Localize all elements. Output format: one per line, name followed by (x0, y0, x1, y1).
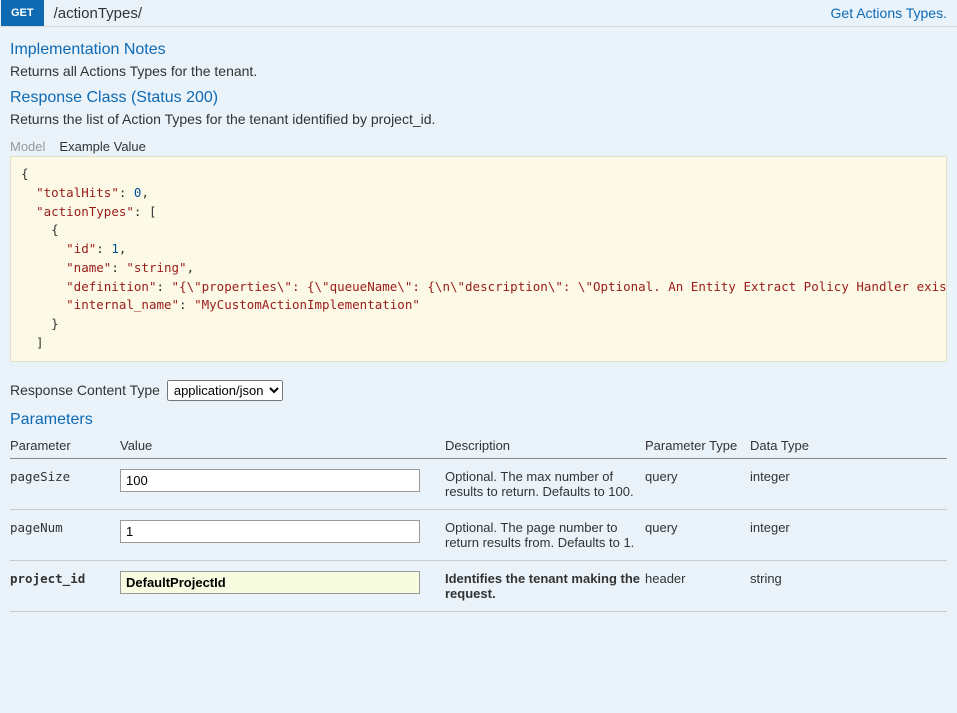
param-data-type: string (750, 561, 947, 612)
param-input-pageNum[interactable] (120, 520, 420, 543)
response-class-text: Returns the list of Action Types for the… (10, 111, 947, 127)
table-row: pageNum Optional. The page number to ret… (10, 510, 947, 561)
parameters-table: Parameter Value Description Parameter Ty… (10, 433, 947, 612)
operation-content: Implementation Notes Returns all Actions… (0, 27, 957, 622)
header-data-type: Data Type (750, 433, 947, 459)
implementation-notes-heading: Implementation Notes (10, 41, 947, 59)
param-input-pageSize[interactable] (120, 469, 420, 492)
model-example-tabs: Model Example Value (10, 139, 947, 154)
table-row: project_id Identifies the tenant making … (10, 561, 947, 612)
param-data-type: integer (750, 510, 947, 561)
response-content-type-row: Response Content Type application/json (10, 380, 947, 401)
http-method-badge: GET (1, 0, 44, 26)
param-name: pageSize (10, 459, 120, 510)
param-type: query (645, 459, 750, 510)
endpoint-path: /actionTypes/ (44, 5, 831, 22)
param-data-type: integer (750, 459, 947, 510)
param-description-text: Identifies the tenant making the request… (445, 571, 640, 601)
response-class-heading: Response Class (Status 200) (10, 89, 947, 107)
tab-example-value[interactable]: Example Value (59, 139, 145, 154)
param-name: project_id (10, 561, 120, 612)
tab-model[interactable]: Model (10, 139, 45, 154)
param-name: pageNum (10, 510, 120, 561)
response-content-type-select[interactable]: application/json (167, 380, 283, 401)
param-type: query (645, 510, 750, 561)
param-description: Identifies the tenant making the request… (445, 561, 645, 612)
example-value-code[interactable]: { "totalHits": 0, "actionTypes": [ { "id… (10, 156, 947, 362)
operation-header[interactable]: GET /actionTypes/ Get Actions Types. (0, 0, 957, 27)
header-description: Description (445, 433, 645, 459)
operation-summary-link[interactable]: Get Actions Types. (831, 5, 947, 21)
param-description: Optional. The max number of results to r… (445, 459, 645, 510)
param-value-cell (120, 561, 445, 612)
header-parameter: Parameter (10, 433, 120, 459)
header-param-type: Parameter Type (645, 433, 750, 459)
response-content-type-label: Response Content Type (10, 382, 160, 398)
param-type: header (645, 561, 750, 612)
table-row: pageSize Optional. The max number of res… (10, 459, 947, 510)
parameters-heading: Parameters (10, 411, 947, 429)
implementation-notes-text: Returns all Actions Types for the tenant… (10, 63, 947, 79)
param-description: Optional. The page number to return resu… (445, 510, 645, 561)
param-value-cell (120, 459, 445, 510)
header-value: Value (120, 433, 445, 459)
param-input-project-id[interactable] (120, 571, 420, 594)
param-value-cell (120, 510, 445, 561)
parameters-table-header-row: Parameter Value Description Parameter Ty… (10, 433, 947, 459)
